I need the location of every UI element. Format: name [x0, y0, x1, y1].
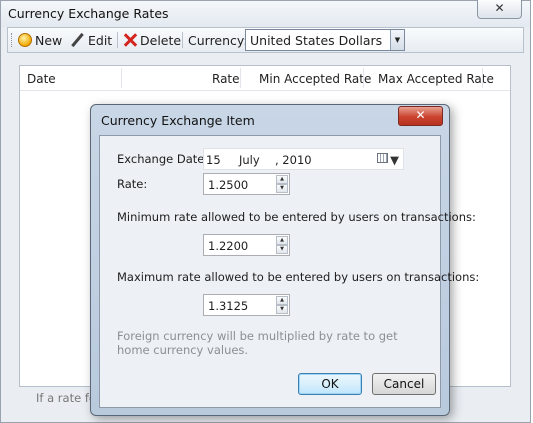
- column-divider[interactable]: [363, 68, 364, 88]
- info-hint-text: If a rate fo: [36, 391, 96, 405]
- column-header-rate[interactable]: Rate: [212, 72, 240, 86]
- cancel-button[interactable]: Cancel: [372, 373, 436, 395]
- dialog-close-button[interactable]: ✕: [398, 106, 443, 126]
- window-title: Currency Exchange Rates: [8, 6, 169, 21]
- chevron-down-icon[interactable]: ▼: [390, 30, 404, 50]
- edit-label: Edit: [88, 32, 113, 48]
- min-rate-label: Minimum rate allowed to be entered by us…: [117, 210, 476, 224]
- new-icon: [18, 33, 32, 47]
- spin-down-icon[interactable]: ▼: [276, 184, 288, 193]
- rate-spinner[interactable]: 1.2500 ▲ ▼: [203, 173, 290, 195]
- exchange-date-picker[interactable]: 15 July , 2010 ▼: [203, 148, 404, 170]
- date-month[interactable]: July: [239, 153, 260, 167]
- title-bar: Currency Exchange Rates ✕: [1, 0, 530, 27]
- conversion-note: Foreign currency will be multiplied by r…: [117, 329, 398, 357]
- toolbar-separator: [182, 32, 183, 48]
- currency-select[interactable]: United States Dollars ▼: [245, 29, 405, 51]
- spin-up-icon[interactable]: ▲: [276, 236, 288, 245]
- grid-header: Date Rate Min Accepted Rate Max Accepted…: [20, 66, 510, 91]
- new-label: New: [35, 32, 63, 48]
- currency-label: Currency:: [188, 33, 248, 48]
- currency-exchange-item-dialog: Currency Exchange Item ✕ Exchange Date: …: [90, 104, 479, 416]
- pencil-icon: [70, 33, 85, 48]
- spin-down-icon[interactable]: ▼: [276, 305, 288, 314]
- max-rate-spinner[interactable]: 1.3125 ▲ ▼: [203, 294, 290, 316]
- delete-label: Delete: [140, 32, 182, 48]
- currency-value: United States Dollars: [250, 33, 383, 48]
- calendar-icon[interactable]: [377, 153, 388, 163]
- min-rate-spinner[interactable]: 1.2200 ▲ ▼: [203, 234, 290, 256]
- date-day[interactable]: 15: [206, 153, 221, 167]
- toolbar-separator: [117, 32, 118, 48]
- ok-button[interactable]: OK: [298, 373, 362, 395]
- window-close-button[interactable]: ✕: [477, 0, 522, 19]
- column-header-date[interactable]: Date: [27, 72, 56, 86]
- spin-up-icon[interactable]: ▲: [276, 296, 288, 305]
- column-header-min-rate[interactable]: Min Accepted Rate: [259, 72, 371, 86]
- close-icon: ✕: [494, 1, 505, 15]
- delete-x-icon: [123, 33, 137, 47]
- column-header-max-rate[interactable]: Max Accepted Rate: [378, 72, 494, 86]
- delete-button[interactable]: Delete: [123, 31, 181, 49]
- toolbar: New Edit Delete Currency: United States …: [7, 27, 524, 53]
- dialog-body: Exchange Date: 15 July , 2010 ▼ Rate: 1.…: [99, 135, 479, 408]
- date-year[interactable]: , 2010: [275, 153, 312, 167]
- close-icon: ✕: [415, 108, 426, 122]
- rate-label: Rate:: [117, 177, 148, 191]
- spin-down-icon[interactable]: ▼: [276, 245, 288, 254]
- exchange-date-label: Exchange Date:: [117, 152, 209, 166]
- column-divider[interactable]: [121, 68, 122, 88]
- column-divider[interactable]: [482, 68, 483, 88]
- max-rate-value[interactable]: 1.3125: [208, 299, 248, 313]
- rate-value[interactable]: 1.2500: [208, 178, 248, 192]
- toolbar-grip[interactable]: [11, 33, 14, 47]
- spin-up-icon[interactable]: ▲: [276, 175, 288, 184]
- max-rate-label: Maximum rate allowed to be entered by us…: [117, 270, 480, 284]
- edit-button[interactable]: Edit: [70, 31, 112, 49]
- chevron-down-icon[interactable]: ▼: [390, 153, 399, 167]
- dialog-title: Currency Exchange Item: [101, 113, 255, 128]
- new-button[interactable]: New: [18, 31, 62, 49]
- min-rate-value[interactable]: 1.2200: [208, 239, 248, 253]
- column-divider[interactable]: [240, 68, 241, 88]
